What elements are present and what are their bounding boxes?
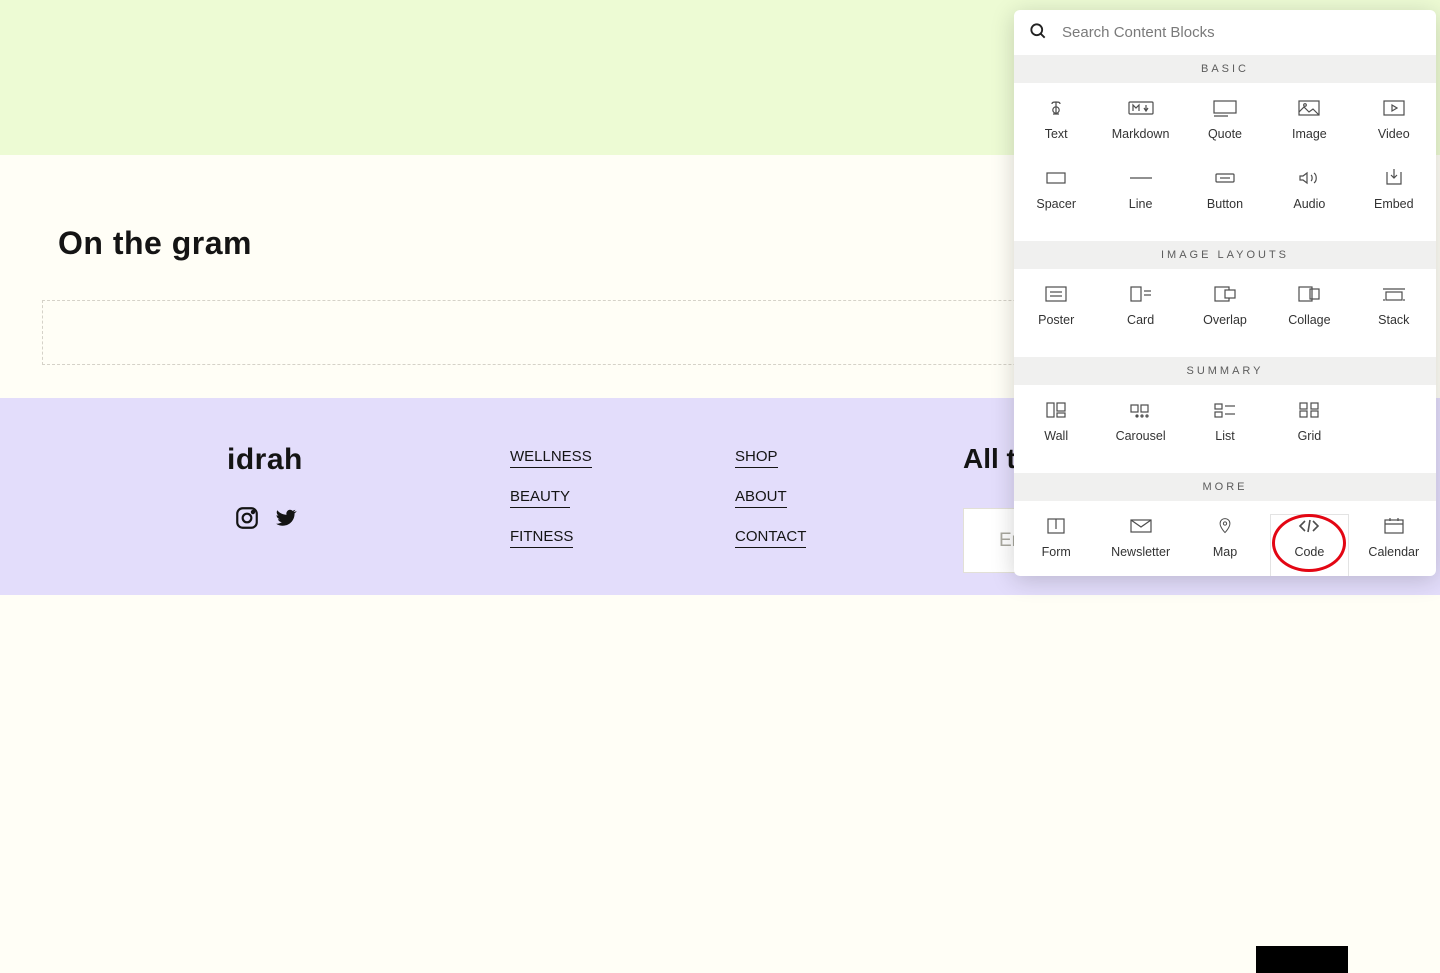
block-overlap[interactable]: Overlap <box>1183 279 1267 349</box>
block-grid: Form Newsletter Map Code Calendar <box>1014 501 1436 576</box>
block-spacer[interactable]: Spacer <box>1014 163 1098 233</box>
block-collage[interactable]: Collage <box>1267 279 1351 349</box>
block-line[interactable]: Line <box>1098 163 1182 233</box>
search-icon <box>1028 21 1048 44</box>
block-label: Button <box>1207 197 1243 211</box>
block-label: Text <box>1045 127 1068 141</box>
block-label: Embed <box>1374 197 1414 211</box>
block-calendar[interactable]: Calendar <box>1352 511 1436 576</box>
block-audio[interactable]: Audio <box>1267 163 1351 233</box>
block-grid[interactable]: Grid <box>1267 395 1351 465</box>
block-label: Poster <box>1038 313 1074 327</box>
instagram-icon[interactable] <box>234 505 260 536</box>
card-icon <box>1128 285 1154 303</box>
overlap-icon <box>1212 285 1238 303</box>
spacer-icon <box>1043 169 1069 187</box>
nav-about[interactable]: ABOUT <box>735 488 787 508</box>
block-label: Video <box>1378 127 1410 141</box>
block-button[interactable]: Button <box>1183 163 1267 233</box>
wall-icon <box>1043 401 1069 419</box>
group-header: BASIC <box>1014 55 1436 83</box>
social-links <box>234 505 298 536</box>
nav-beauty[interactable]: BEAUTY <box>510 488 570 508</box>
block-label: Line <box>1129 197 1153 211</box>
block-markdown[interactable]: Markdown <box>1098 93 1182 163</box>
group-header: MORE <box>1014 473 1436 501</box>
nav-shop[interactable]: SHOP <box>735 448 778 468</box>
stack-icon <box>1381 285 1407 303</box>
block-form[interactable]: Form <box>1014 511 1098 576</box>
form-icon <box>1043 517 1069 535</box>
embed-icon <box>1381 169 1407 187</box>
search-input[interactable] <box>1062 24 1422 41</box>
block-label: Map <box>1213 545 1237 559</box>
block-label: Stack <box>1378 313 1409 327</box>
carousel-icon <box>1128 401 1154 419</box>
block-label: Collage <box>1288 313 1330 327</box>
markdown-icon <box>1128 99 1154 117</box>
block-image[interactable]: Image <box>1267 93 1351 163</box>
block-map[interactable]: Map <box>1183 511 1267 576</box>
block-label: Wall <box>1044 429 1068 443</box>
video-icon <box>1381 99 1407 117</box>
twitter-icon[interactable] <box>272 505 298 536</box>
quote-icon <box>1212 99 1238 117</box>
block-label: Newsletter <box>1111 545 1170 559</box>
block-label: Carousel <box>1116 429 1166 443</box>
block-newsletter[interactable]: Newsletter <box>1098 511 1182 576</box>
line-icon <box>1128 169 1154 187</box>
block-quote[interactable]: Quote <box>1183 93 1267 163</box>
block-grid: Wall Carousel List Grid <box>1014 385 1436 473</box>
block-text[interactable]: Text <box>1014 93 1098 163</box>
block-video[interactable]: Video <box>1352 93 1436 163</box>
block-label: Quote <box>1208 127 1242 141</box>
map-icon <box>1212 517 1238 535</box>
block-label: Markdown <box>1112 127 1170 141</box>
newsletter-submit-button[interactable] <box>1256 946 1348 973</box>
list-icon <box>1212 401 1238 419</box>
group-header: IMAGE LAYOUTS <box>1014 241 1436 269</box>
text-icon <box>1043 99 1069 117</box>
block-label: Spacer <box>1036 197 1076 211</box>
block-carousel[interactable]: Carousel <box>1098 395 1182 465</box>
footer-nav-col-2: SHOP ABOUT CONTACT <box>735 448 806 568</box>
nav-fitness[interactable]: FITNESS <box>510 528 573 548</box>
block-label: Form <box>1042 545 1071 559</box>
grid-icon <box>1296 401 1322 419</box>
block-poster[interactable]: Poster <box>1014 279 1098 349</box>
block-wall[interactable]: Wall <box>1014 395 1098 465</box>
newsletter-icon <box>1128 517 1154 535</box>
code-icon <box>1296 517 1322 535</box>
brand-logo: idrah <box>227 443 303 477</box>
nav-wellness[interactable]: WELLNESS <box>510 448 592 468</box>
block-label: Image <box>1292 127 1327 141</box>
footer-nav-col-1: WELLNESS BEAUTY FITNESS <box>510 448 592 568</box>
image-icon <box>1296 99 1322 117</box>
block-grid: Poster Card Overlap Collage Stack <box>1014 269 1436 357</box>
block-label: Calendar <box>1368 545 1419 559</box>
block-label: Card <box>1127 313 1154 327</box>
audio-icon <box>1296 169 1322 187</box>
button-icon <box>1212 169 1238 187</box>
block-embed[interactable]: Embed <box>1352 163 1436 233</box>
group-header: SUMMARY <box>1014 357 1436 385</box>
calendar-icon <box>1381 517 1407 535</box>
block-grid: Text Markdown Quote Image Video Spacer Line But… <box>1014 83 1436 241</box>
block-card[interactable]: Card <box>1098 279 1182 349</box>
panel-search-row <box>1014 10 1436 55</box>
block-label: Code <box>1294 545 1324 559</box>
block-label: Overlap <box>1203 313 1247 327</box>
block-label: Grid <box>1298 429 1322 443</box>
block-label: Audio <box>1293 197 1325 211</box>
block-stack[interactable]: Stack <box>1352 279 1436 349</box>
poster-icon <box>1043 285 1069 303</box>
block-list[interactable]: List <box>1183 395 1267 465</box>
collage-icon <box>1296 285 1322 303</box>
nav-contact[interactable]: CONTACT <box>735 528 806 548</box>
block-code[interactable]: Code <box>1267 511 1351 576</box>
content-blocks-panel: BASIC Text Markdown Quote Image Video Spacer Li… <box>1014 10 1436 576</box>
block-label: List <box>1215 429 1234 443</box>
